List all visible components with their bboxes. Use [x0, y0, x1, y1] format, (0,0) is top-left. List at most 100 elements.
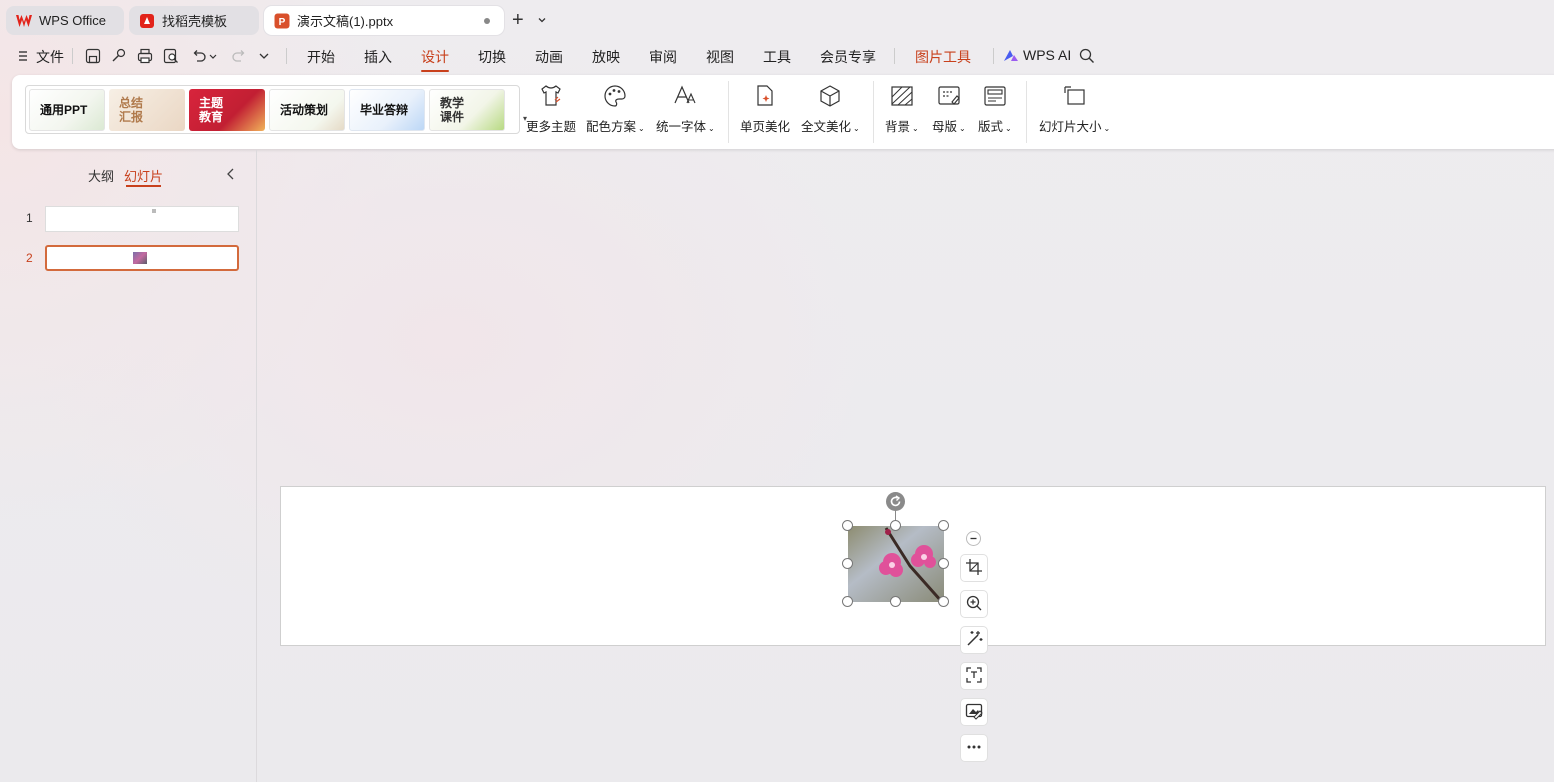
divider	[286, 48, 287, 64]
slide-number: 1	[26, 211, 33, 225]
divider	[993, 48, 994, 64]
slide-size-icon	[1062, 83, 1088, 109]
chevron-down-icon: ⌄	[912, 124, 919, 133]
chevron-down-icon[interactable]	[537, 13, 547, 28]
ppt-logo-icon: P	[274, 13, 290, 29]
design-ribbon: 通用PPT 总结 汇报 主题 教育 活动策划 毕业答辩 教学 课件 ▾ 更多主题…	[12, 75, 1554, 149]
chevron-down-icon: ⌄	[638, 124, 645, 133]
background-icon	[889, 83, 915, 109]
resize-handle-w[interactable]	[842, 558, 853, 569]
resize-handle-n[interactable]	[890, 520, 901, 531]
menu-transition[interactable]: 切换	[478, 47, 506, 67]
new-tab-button[interactable]: +	[512, 9, 524, 31]
tab-bar: WPS Office 找稻壳模板 P 演示文稿(1).pptx +	[0, 0, 1554, 40]
theme-summary-report[interactable]: 总结 汇报	[109, 89, 185, 131]
more-dots-icon	[965, 738, 983, 759]
wps-ai-button[interactable]: WPS AI	[1023, 47, 1071, 63]
color-scheme-button[interactable]: 配色方案 ⌄	[586, 83, 645, 143]
menu-review[interactable]: 审阅	[649, 47, 677, 67]
crop-button[interactable]	[960, 554, 988, 582]
menu-animation[interactable]: 动画	[535, 47, 563, 67]
save-icon[interactable]	[84, 47, 102, 65]
tab-slides[interactable]: 幻灯片	[124, 166, 163, 187]
search-icon[interactable]	[1078, 47, 1096, 65]
menu-member[interactable]: 会员专享	[820, 47, 876, 67]
chevron-down-icon: ⌄	[1103, 124, 1111, 133]
layout-button[interactable]: 版式 ⌄	[978, 83, 1012, 143]
chevron-down-icon: ⌄	[959, 124, 966, 133]
menu-slideshow[interactable]: 放映	[592, 47, 620, 67]
theme-graduation-defense[interactable]: 毕业答辩	[349, 89, 425, 131]
picture-effects-button[interactable]	[960, 698, 988, 726]
single-page-beautify-button[interactable]: 单页美化	[740, 83, 790, 143]
resize-handle-se[interactable]	[938, 596, 949, 607]
print-preview-icon[interactable]	[162, 47, 180, 65]
extract-text-button[interactable]	[960, 662, 988, 690]
divider	[1026, 81, 1027, 143]
collapse-toolbar-icon[interactable]	[966, 531, 981, 546]
menu-home[interactable]: 开始	[307, 47, 335, 67]
brush-icon[interactable]	[110, 47, 128, 65]
theme-event-planning[interactable]: 活动策划	[269, 89, 345, 131]
tshirt-icon	[538, 83, 564, 109]
font-icon	[672, 83, 698, 109]
magic-wand-icon	[965, 630, 983, 651]
chevron-down-icon[interactable]	[208, 47, 218, 65]
wps-logo-icon	[16, 13, 32, 29]
menu-picture-tools[interactable]: 图片工具	[915, 47, 971, 67]
chevron-down-icon[interactable]	[258, 47, 270, 65]
tab-label: 找稻壳模板	[162, 14, 228, 29]
theme-gallery: 通用PPT 总结 汇报 主题 教育 活动策划 毕业答辩 教学 课件 ▾	[25, 85, 527, 134]
theme-general-ppt[interactable]: 通用PPT	[29, 89, 105, 131]
resize-handle-sw[interactable]	[842, 596, 853, 607]
slide-size-button[interactable]: 幻灯片大小 ⌄	[1039, 83, 1110, 143]
background-button[interactable]: 背景 ⌄	[885, 83, 919, 143]
menu-design[interactable]: 设计	[421, 47, 449, 72]
thumbnail-picture	[152, 209, 156, 213]
theme-education[interactable]: 主题 教育	[189, 89, 265, 131]
full-beautify-button[interactable]: 全文美化 ⌄	[801, 83, 860, 143]
file-menu[interactable]: 文件	[36, 47, 64, 67]
tab-label: WPS Office	[39, 13, 106, 28]
master-icon	[936, 83, 962, 109]
hamburger-icon[interactable]	[17, 47, 35, 65]
resize-handle-ne[interactable]	[938, 520, 949, 531]
redo-icon	[230, 47, 248, 65]
menu-view[interactable]: 视图	[706, 47, 734, 67]
unify-font-button[interactable]: 统一字体 ⌄	[656, 83, 715, 143]
divider	[873, 81, 874, 143]
chevron-down-icon: ⌄	[708, 124, 715, 133]
svg-text:P: P	[279, 17, 286, 28]
layout-icon	[982, 83, 1008, 109]
menu-bar: 文件 开始 插入 设计 切换 动画 放映 审阅 视图 工具 会员专享 图片工具 …	[0, 40, 1554, 72]
chevron-down-icon: ⌄	[1005, 124, 1012, 133]
wps-ai-icon[interactable]	[1003, 47, 1019, 65]
resize-handle-s[interactable]	[890, 596, 901, 607]
slide-thumbnail-1[interactable]	[45, 206, 239, 232]
slide-thumbnail-2[interactable]	[45, 245, 239, 271]
tab-presentation[interactable]: P 演示文稿(1).pptx	[264, 6, 504, 35]
collapse-panel-icon[interactable]	[225, 166, 237, 185]
selected-picture[interactable]	[848, 526, 944, 602]
more-options-button[interactable]	[960, 734, 988, 762]
theme-teaching-courseware[interactable]: 教学 课件	[429, 89, 505, 131]
rotate-handle-icon[interactable]	[886, 492, 905, 511]
menu-tools[interactable]: 工具	[763, 47, 791, 67]
tab-docer-templates[interactable]: 找稻壳模板	[129, 6, 259, 35]
undo-icon[interactable]	[190, 47, 208, 65]
page-sparkle-icon	[752, 83, 778, 109]
zoom-in-button[interactable]	[960, 590, 988, 618]
tab-outline[interactable]: 大纲	[88, 166, 114, 185]
unsaved-dot-icon[interactable]	[484, 18, 490, 24]
image-edit-icon	[965, 702, 983, 723]
tab-wps-office[interactable]: WPS Office	[6, 6, 124, 35]
menu-insert[interactable]: 插入	[364, 47, 392, 67]
print-icon[interactable]	[136, 47, 154, 65]
resize-handle-e[interactable]	[938, 558, 949, 569]
ocr-icon	[965, 666, 983, 687]
resize-handle-nw[interactable]	[842, 520, 853, 531]
divider	[894, 48, 895, 64]
smart-tools-button[interactable]	[960, 626, 988, 654]
master-button[interactable]: 母版 ⌄	[932, 83, 966, 143]
more-themes-button[interactable]: 更多主题	[526, 83, 576, 143]
